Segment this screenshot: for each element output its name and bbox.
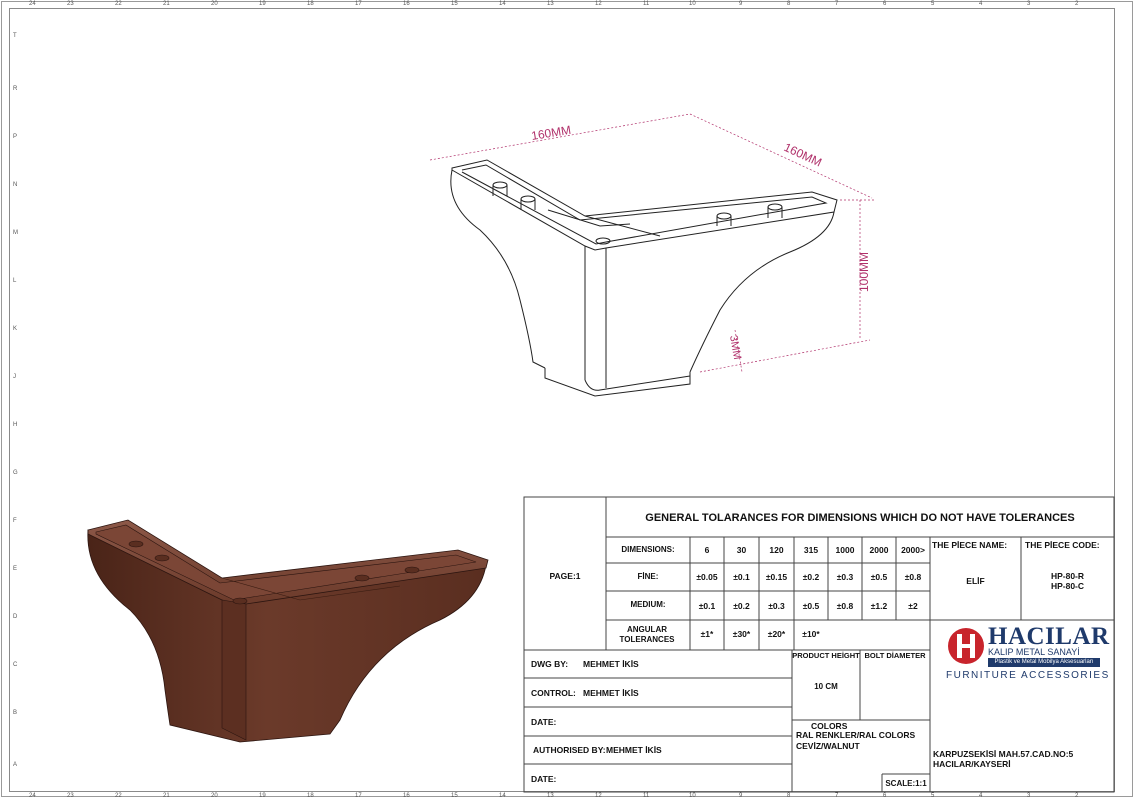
tol-cell: ±0.8 <box>904 572 922 582</box>
piece-code-label: THE PİECE CODE: <box>1025 540 1100 550</box>
date-label-2: DATE: <box>531 774 557 784</box>
piece-name-label: THE PİECE NAME: <box>932 540 1008 550</box>
tol-cell: 30 <box>736 545 747 555</box>
tol-cell: 1000 <box>835 545 855 555</box>
tolerance-title: GENERAL TOLARANCES FOR DIMENSIONS WHICH … <box>645 512 1075 524</box>
company-logo: HACILAR KALIP METAL SANAYİ Plastik ve Me… <box>940 624 1110 684</box>
page-number: PAGE:1 <box>549 571 581 581</box>
logo-mark-icon <box>948 628 984 664</box>
tol-cell: ±0.2 <box>733 601 750 611</box>
scale: SCALE:1:1 <box>885 779 927 788</box>
colors-line-2: CEVİZ/WALNUT <box>796 741 860 751</box>
tol-cell: 2000 <box>869 545 889 555</box>
tol-cell: ±0.8 <box>836 601 854 611</box>
tol-cell: ±0.5 <box>802 601 820 611</box>
authorised-label: AUTHORISED BY: <box>533 745 606 755</box>
tol-cell: 315 <box>803 545 819 555</box>
product-height-label: PRODUCT HEİGHT <box>792 651 860 660</box>
address-line-1: KARPUZSEKİSİ MAH.57.CAD.NO:5 <box>933 749 1074 759</box>
colors-line-1: RAL RENKLER/RAL COLORS <box>796 730 916 740</box>
logo-line-1: KALIP METAL SANAYİ <box>988 647 1080 657</box>
control-value: MEHMET İKİS <box>583 688 639 698</box>
tol-cell: ±0.05 <box>696 572 718 582</box>
tol-cell: ±1* <box>700 629 714 639</box>
tol-cell: ±30* <box>732 629 751 639</box>
piece-code-1: HP-80-R <box>1050 571 1085 581</box>
piece-code-2: HP-80-C <box>1050 581 1085 591</box>
tol-cell: 2000> <box>901 545 925 555</box>
logo-tagline: FURNITURE ACCESSORIES <box>946 670 1110 681</box>
tol-row-label-angular: ANGULAR TOLERANCES <box>619 625 675 644</box>
tol-cell: ±0.3 <box>768 601 785 611</box>
dwg-by-value: MEHMET İKİS <box>583 659 639 669</box>
tol-row-label-dimensions: DIMENSIONS: <box>621 545 675 554</box>
bolt-diameter-label: BOLT DİAMETER <box>864 651 926 660</box>
tol-cell: 120 <box>769 545 784 555</box>
tol-cell: ±0.1 <box>733 572 750 582</box>
tol-cell: ±0.2 <box>802 572 820 582</box>
tol-cell: ±0.15 <box>765 572 788 582</box>
date-label-1: DATE: <box>531 717 557 727</box>
drawing-sheet: 24 23 22 21 20 19 18 17 16 15 14 13 12 1… <box>0 0 1136 800</box>
authorised-value: MEHMET İKİS <box>606 745 662 755</box>
logo-line-2: Plastik ve Metal Mobilya Aksesuarları <box>988 658 1100 667</box>
tol-row-label-medium: MEDIUM: <box>630 600 666 609</box>
address-line-2: HACILAR/KAYSERİ <box>933 759 1011 769</box>
tol-cell: ±1.2 <box>870 601 888 611</box>
tol-cell: ±0.3 <box>836 572 854 582</box>
piece-name: ELİF <box>966 576 985 586</box>
dwg-by-label: DWG BY: <box>531 659 569 669</box>
tol-row-label-fine: FİNE: <box>637 572 659 581</box>
control-label: CONTROL: <box>531 688 576 698</box>
tol-cell: 6 <box>704 545 710 555</box>
tol-cell: ±10* <box>802 629 820 639</box>
tol-cell: ±0.5 <box>870 572 888 582</box>
tol-cell: ±0.1 <box>698 601 716 611</box>
product-height-value: 10 CM <box>814 682 838 691</box>
tol-cell: ±2 <box>908 601 918 611</box>
tol-cell: ±20* <box>767 629 786 639</box>
